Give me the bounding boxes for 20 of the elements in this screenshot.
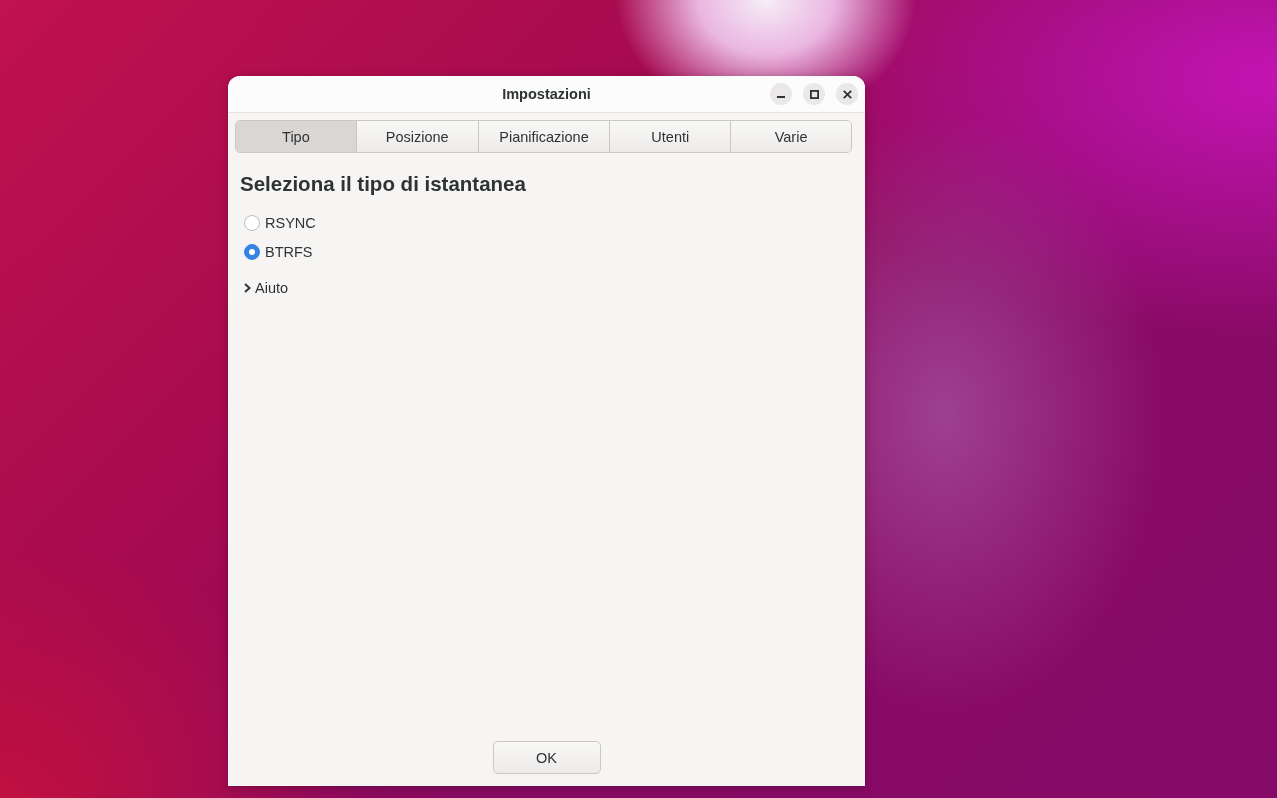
chevron-icon	[244, 283, 251, 293]
tab[interactable]: Varie	[730, 121, 851, 152]
window-title: Impostazioni	[502, 86, 591, 102]
help-expander[interactable]: Aiuto	[244, 280, 289, 296]
minimize-icon	[777, 96, 785, 98]
ok-button[interactable]: OK	[492, 741, 601, 774]
radio-option[interactable]: BTRFS	[244, 243, 313, 261]
minimize-button[interactable]	[770, 83, 792, 105]
tab[interactable]: Posizione	[355, 121, 478, 152]
tab[interactable]: Utenti	[609, 121, 731, 152]
maximize-button[interactable]	[803, 83, 825, 105]
radio-button[interactable]	[244, 215, 260, 231]
tab[interactable]: Pianificazione	[477, 121, 610, 152]
close-button[interactable]	[836, 83, 858, 105]
maximize-icon	[809, 89, 819, 99]
tab[interactable]: Tipo	[236, 121, 356, 152]
radio-option[interactable]: RSYNC	[244, 214, 316, 232]
close-icon	[842, 89, 852, 99]
radio-button[interactable]	[244, 244, 260, 260]
section-heading: Seleziona il tipo di istantanea	[240, 172, 526, 196]
